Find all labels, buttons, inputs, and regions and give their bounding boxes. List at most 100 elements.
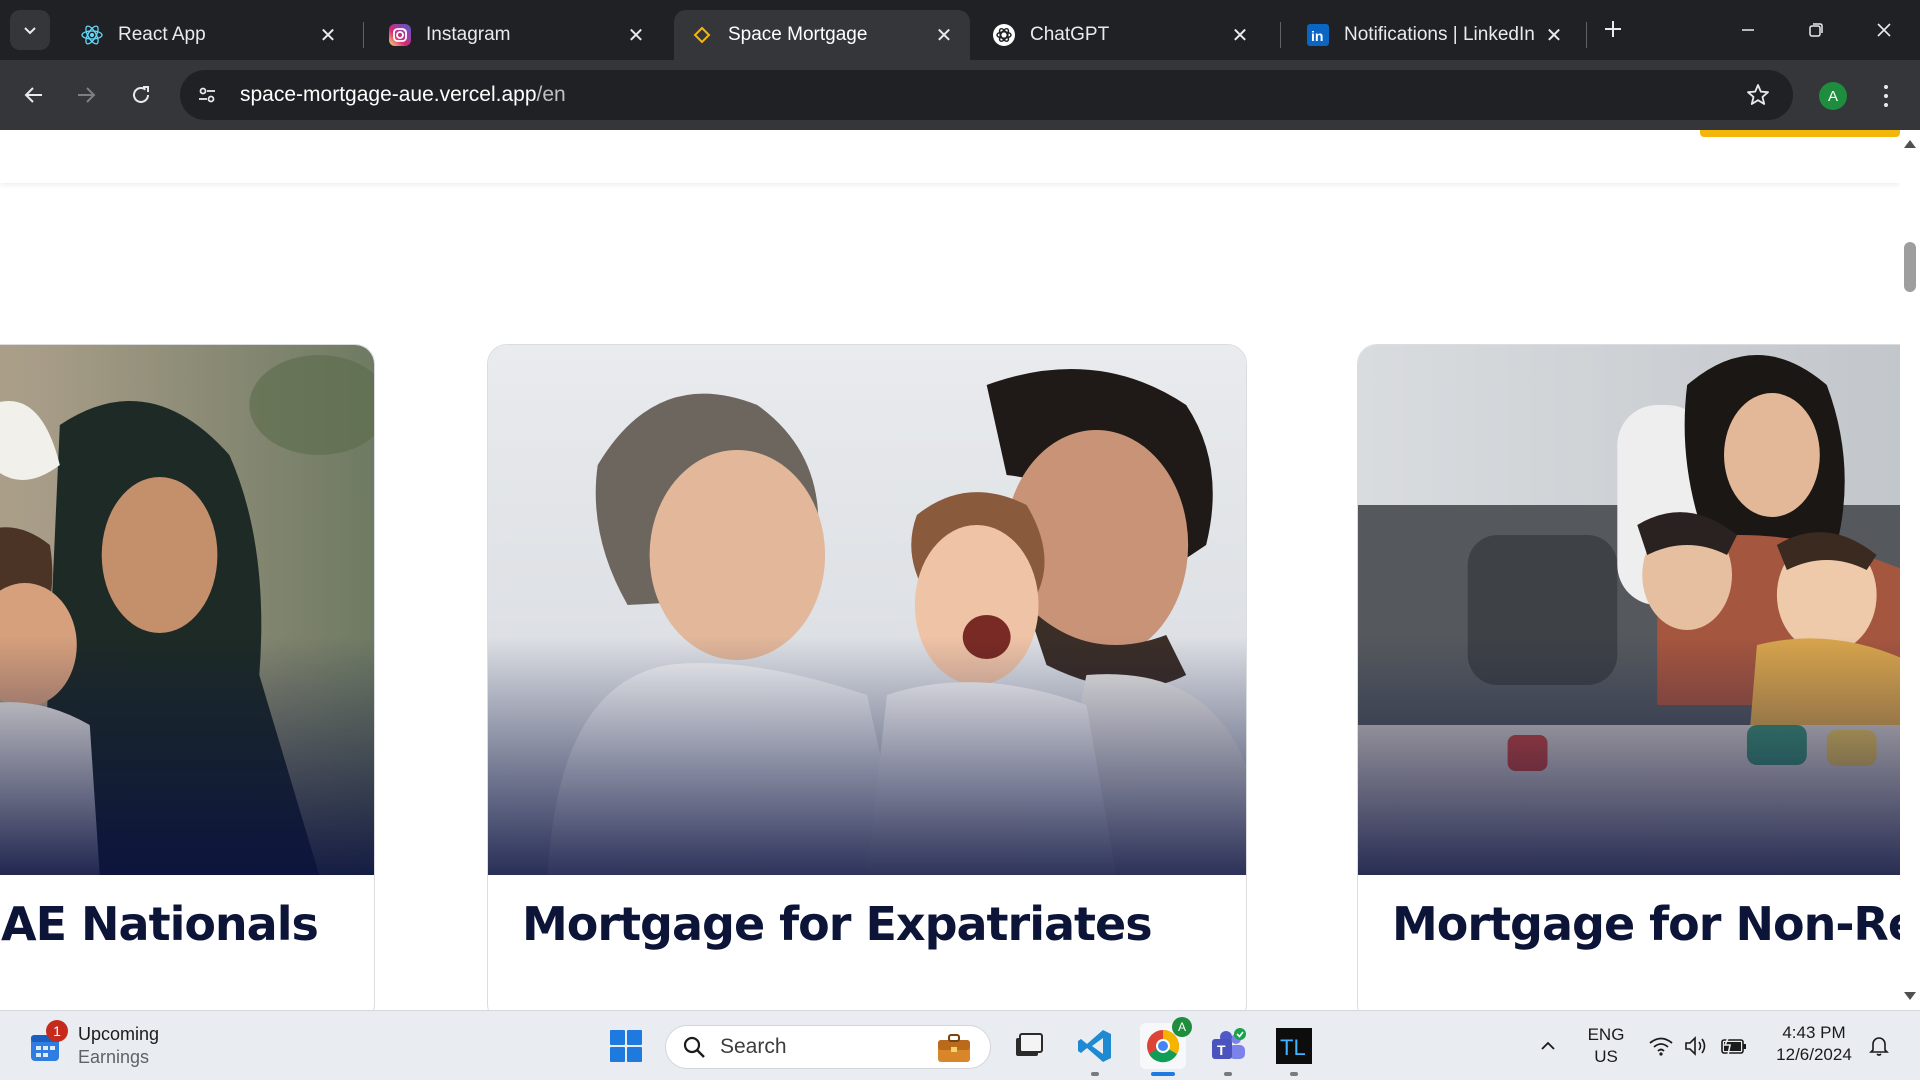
start-button[interactable]: [606, 1026, 646, 1066]
tab-space-mortgage[interactable]: Space Mortgage ✕: [674, 10, 970, 60]
chevron-up-icon: [1541, 1041, 1555, 1050]
instagram-icon: [388, 23, 412, 47]
family-photo-expatriates: [488, 345, 1246, 875]
card-title: Mortgage for Expatriates: [522, 897, 1153, 951]
service-card-non-residents[interactable]: Mortgage for Non-Res: [1357, 344, 1920, 1010]
svg-text:TL: TL: [1280, 1035, 1306, 1060]
restore-icon: [1809, 23, 1823, 37]
chevron-down-icon: [24, 27, 36, 35]
family-photo-uae-nationals: [0, 345, 374, 875]
app-running-indicator: [1224, 1072, 1232, 1076]
url-path: /en: [536, 83, 566, 106]
minimize-icon: [1742, 29, 1754, 31]
tab-linkedin[interactable]: in Notifications | LinkedIn ✕: [1290, 10, 1580, 60]
close-icon: [1877, 23, 1891, 37]
restore-button[interactable]: [1788, 8, 1844, 52]
scrollbar-thumb[interactable]: [1904, 242, 1916, 292]
space-mortgage-icon: [690, 23, 714, 47]
show-hidden-icons-button[interactable]: [1528, 1026, 1568, 1066]
clock-time: 4:43 PM: [1782, 1023, 1846, 1042]
battery-status[interactable]: [1714, 1026, 1754, 1066]
tune-icon: [199, 87, 215, 103]
arrow-left-icon: [24, 87, 42, 103]
tab-title: Notifications | LinkedIn: [1344, 24, 1535, 45]
search-icon: [683, 1036, 705, 1058]
notification-center-button[interactable]: [1859, 1026, 1899, 1066]
reload-button[interactable]: [121, 75, 161, 115]
taskbar-search-box[interactable]: Search: [665, 1025, 991, 1069]
app-running-indicator: [1091, 1072, 1099, 1076]
tab-search-button[interactable]: [10, 10, 50, 50]
language-code: ENG: [1587, 1025, 1625, 1044]
task-view-button[interactable]: [1008, 1026, 1048, 1066]
close-icon[interactable]: ✕: [1228, 23, 1252, 47]
widget-subtitle: Earnings: [78, 1047, 150, 1067]
tab-title: ChatGPT: [1030, 24, 1110, 45]
site-header: [0, 130, 1900, 183]
close-icon[interactable]: ✕: [624, 23, 648, 47]
close-window-button[interactable]: [1856, 8, 1912, 52]
browser-toolbar: space-mortgage-aue.vercel.app/en A: [0, 60, 1920, 130]
widget-title: Upcoming: [78, 1024, 160, 1044]
arrow-right-icon: [78, 87, 96, 103]
app-running-indicator: [1290, 1072, 1298, 1076]
close-icon[interactable]: ✕: [316, 23, 340, 47]
close-icon[interactable]: ✕: [1542, 23, 1566, 47]
tab-instagram[interactable]: Instagram ✕: [372, 10, 662, 60]
new-tab-button[interactable]: [1598, 14, 1628, 44]
tab-title: Instagram: [426, 24, 511, 45]
scroll-up-arrow-icon[interactable]: [1904, 140, 1916, 148]
bell-settings-icon: [1869, 1037, 1889, 1056]
teams-icon: T: [1212, 1028, 1246, 1059]
address-bar[interactable]: space-mortgage-aue.vercel.app/en: [180, 70, 1793, 120]
card-title: Mortgage for Non-Res: [1392, 897, 1920, 951]
site-info-button[interactable]: [184, 72, 230, 118]
vscode-app-button[interactable]: [1075, 1026, 1115, 1066]
profile-avatar[interactable]: A: [1819, 82, 1847, 110]
battery-charging-icon: [1721, 1035, 1746, 1056]
calendar-widget-icon: 1: [28, 1020, 68, 1064]
wifi-status[interactable]: [1641, 1026, 1681, 1066]
teams-app-button[interactable]: T: [1208, 1026, 1248, 1066]
scroll-down-arrow-icon[interactable]: [1904, 992, 1916, 1000]
family-photo-non-residents: [1358, 345, 1920, 875]
linkedin-icon: in: [1306, 23, 1330, 47]
more-menu-icon[interactable]: [1874, 80, 1898, 112]
windows-logo-icon: [610, 1030, 642, 1062]
tab-title: React App: [118, 24, 206, 45]
widgets-button[interactable]: 1 Upcoming Earnings: [28, 1020, 160, 1071]
tab-chatgpt[interactable]: ChatGPT ✕: [976, 10, 1266, 60]
url-host: space-mortgage-aue.vercel.app: [240, 83, 537, 106]
card-title: AE Nationals: [1, 897, 319, 951]
minimize-button[interactable]: [1720, 8, 1776, 52]
language-region: US: [1594, 1047, 1618, 1066]
chrome-app-button[interactable]: A: [1140, 1017, 1192, 1069]
svg-text:in: in: [1311, 28, 1323, 44]
search-placeholder: Search: [720, 1035, 787, 1058]
language-indicator[interactable]: ENG US: [1584, 1024, 1628, 1068]
terminal-app-button[interactable]: TL: [1274, 1026, 1314, 1066]
task-view-icon: [1016, 1033, 1043, 1056]
tab-react-app[interactable]: React App ✕: [64, 10, 354, 60]
page-viewport: AE Nationals Mortgage for Expatriates Mo…: [0, 130, 1920, 1010]
header-cta-button[interactable]: [1700, 130, 1900, 137]
bookmark-star-icon[interactable]: [1745, 82, 1771, 108]
service-card-uae-nationals[interactable]: AE Nationals: [0, 344, 375, 1010]
volume-status[interactable]: [1676, 1026, 1716, 1066]
speaker-icon: [1685, 1036, 1706, 1056]
tl-app-icon: TL: [1276, 1028, 1312, 1064]
reload-icon: [133, 86, 149, 103]
close-icon[interactable]: ✕: [932, 23, 956, 47]
react-icon: [80, 23, 104, 47]
tab-separator: [1586, 22, 1587, 48]
app-active-indicator: [1151, 1072, 1175, 1076]
back-button[interactable]: [14, 75, 54, 115]
clock[interactable]: 4:43 PM 12/6/2024: [1768, 1022, 1860, 1066]
tab-title: Space Mortgage: [728, 24, 868, 45]
tab-separator: [1280, 22, 1281, 48]
page-scrollbar[interactable]: [1900, 130, 1920, 1010]
forward-button[interactable]: [66, 75, 106, 115]
chatgpt-icon: [992, 23, 1016, 47]
service-card-expatriates[interactable]: Mortgage for Expatriates: [487, 344, 1247, 1010]
windows-taskbar: 1 Upcoming Earnings Search A T TL ENG US…: [0, 1010, 1920, 1080]
